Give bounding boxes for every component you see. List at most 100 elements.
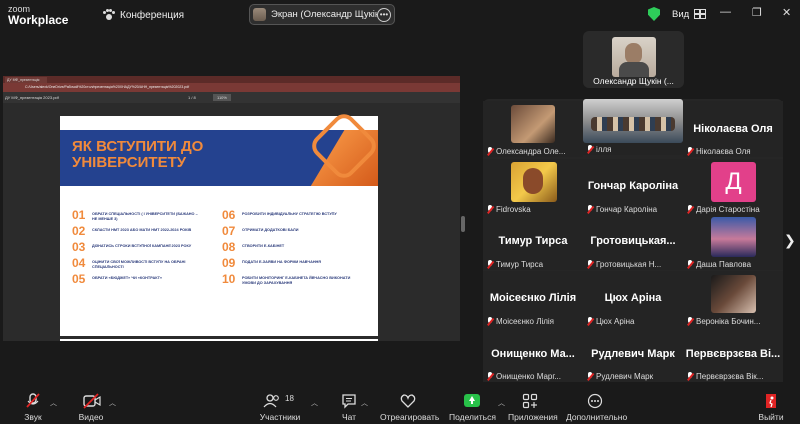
mic-muted-icon [486, 147, 494, 156]
react-label: Отреагировать [380, 412, 440, 422]
browser-tab-strip: ДУ МФ_презентація 2023 [3, 76, 460, 88]
participants-options-chevron-icon[interactable]: ︿ [311, 398, 318, 408]
grid-view-icon [693, 9, 706, 20]
react-button[interactable]: Отреагировать [380, 389, 440, 424]
audio-options-chevron-icon[interactable]: ︿ [50, 398, 57, 408]
participant-caption: Цюх Аріна [586, 317, 683, 326]
share-options-chevron-icon[interactable]: ︿ [498, 398, 505, 408]
participant-tile[interactable]: Онищенко Ма... Онищенко Марг... [483, 326, 583, 382]
participant-tile[interactable]: Моісеєнко Лілія Моісеєнко Лілія [483, 271, 583, 327]
minimize-icon[interactable]: — [720, 6, 731, 18]
mic-muted-icon [686, 317, 694, 326]
step-number: 07 [222, 224, 236, 238]
share-screen-button[interactable]: Поделиться [449, 389, 496, 424]
participant-video [511, 162, 557, 202]
self-shoulders [619, 62, 649, 77]
participant-name: Дарія Старостіна [696, 205, 760, 214]
participant-tile[interactable]: Олександра Оле... [483, 101, 583, 157]
audio-button[interactable]: Звук [18, 389, 48, 424]
participant-grid: Олександра Оле... ілля Ніколаєва Оля Нік… [483, 99, 783, 382]
chat-button[interactable]: Чат [338, 389, 360, 424]
video-button[interactable]: Видео [76, 389, 106, 424]
step-number: 03 [72, 240, 86, 254]
step-item: 08 СТВОРИТИ Е-КАБІНЕТ [222, 241, 352, 253]
presenter-avatar [253, 8, 266, 21]
participant-caption: Даша Павлова [686, 260, 783, 269]
presentation-slide: ЯК ВСТУПИТИ ДО УНІВЕРСИТЕТУ 01 ОБРАТИ СП… [60, 109, 381, 336]
participant-tile[interactable]: Fidrovska [483, 159, 583, 215]
participant-name: Fidrovska [496, 205, 531, 214]
next-page-chevron-icon[interactable]: ❯ [784, 232, 796, 249]
more-button[interactable]: Дополнительно [566, 389, 627, 424]
chat-options-chevron-icon[interactable]: ︿ [361, 398, 368, 408]
close-icon[interactable]: ✕ [782, 6, 791, 19]
meeting-title: Конференция [120, 9, 185, 21]
browser-url[interactable]: C:/Users/alexk/OneDrive/Рабочий%20стол/п… [25, 85, 189, 89]
step-text: РОЗРОБИТИ ІНДИВІДУАЛЬНУ СТРАТЕГІЮ ВСТУПУ [242, 212, 337, 216]
share-screen-icon [464, 393, 480, 408]
participant-tile[interactable]: Вероніка Бочин... [683, 271, 783, 327]
participant-caption: Олександра Оле... [486, 147, 583, 156]
step-item: 01 ОБРАТИ СПЕЦІАЛЬНОСТІ ( І УНІВЕРСИТЕТИ… [72, 209, 202, 221]
view-button[interactable]: Вид [672, 9, 706, 20]
step-text: ПОДАТИ Е-ЗАЯВИ НА ФОРМИ НАВЧАННЯ [242, 260, 322, 264]
step-text: ОЦІНИТИ СВОЇ МОЖЛИВОСТІ ВСТУПУ НА ОБРАНІ… [92, 260, 186, 269]
pdf-page-indicator: 1 / 8 [188, 95, 196, 100]
mic-muted-icon [486, 205, 494, 214]
participant-name: Тимур Тирса [496, 260, 544, 269]
participant-display-name: Гончар Кароліна [587, 180, 679, 192]
pdf-zoom: 110% [213, 94, 231, 101]
participant-tile[interactable]: Гротовицькая... Гротовицькая Н... [583, 214, 683, 270]
pdf-filename: ДУ МФ_презентація 2023.pdf [5, 95, 59, 100]
step-text: РОБИТИ МОНІТОРИНГ Е-КАБІНЕТА ЙВЧАСНО ВИК… [242, 276, 351, 285]
step-number: 08 [222, 240, 236, 254]
participant-tile[interactable]: Гончар Кароліна Гончар Кароліна [583, 159, 683, 215]
split-handle[interactable] [461, 216, 465, 232]
self-video-tile[interactable]: Олександр Щукін (... [583, 31, 684, 88]
leave-button[interactable]: Выйти [758, 389, 784, 424]
participant-name: Олександра Оле... [496, 147, 566, 156]
step-item: 06 РОЗРОБИТИ ІНДИВІДУАЛЬНУ СТРАТЕГІЮ ВСТ… [222, 209, 352, 221]
participant-tile[interactable]: ілля [583, 99, 683, 155]
participants-count: 18 [285, 394, 294, 403]
participant-tile[interactable]: Цюх Аріна Цюх Аріна [583, 271, 683, 327]
participant-tile[interactable]: Рудлевич Марк Рудлевич Марк [583, 326, 683, 382]
participant-caption: Гончар Кароліна [586, 205, 683, 214]
video-options-chevron-icon[interactable]: ︿ [109, 398, 116, 408]
participant-video [511, 105, 555, 143]
participant-initial-avatar: Д [711, 162, 756, 202]
top-bar: zoom Workplace Конференция Экран (Олекса… [0, 0, 800, 30]
participant-display-name: Цюх Аріна [604, 292, 662, 304]
apps-button[interactable]: Приложения [508, 389, 558, 424]
step-item: 07 ОТРИМАТИ ДОДАТКОВІ БАЛИ [222, 225, 352, 237]
step-item: 02 СКЛАСТИ НМТ 2023 АБО МАТИ НМТ 2022-20… [72, 225, 202, 237]
participant-tile[interactable]: Ніколаєва Оля Ніколаєва Оля [683, 101, 783, 157]
participant-caption: Ніколаєва Оля [686, 147, 783, 156]
more-options-icon[interactable]: ••• [377, 8, 391, 22]
meeting-info[interactable]: Конференция [103, 9, 184, 21]
browser-address-bar: C:/Users/alexk/OneDrive/Рабочий%20стол/п… [3, 83, 460, 92]
participants-button[interactable]: 18 Участники [258, 389, 302, 424]
heart-icon [400, 393, 416, 408]
participant-caption: Вероніка Бочин... [686, 317, 783, 326]
self-face [625, 43, 642, 64]
restore-icon[interactable]: ❐ [752, 6, 762, 19]
security-shield-icon[interactable] [648, 7, 660, 21]
participant-display-name: Гротовицькая... [590, 235, 676, 247]
share-screen-indicator[interactable]: Экран (Олександр Щукін (ХНАД ••• [249, 4, 395, 25]
apps-label: Приложения [508, 412, 558, 422]
step-text: ОБРАТИ СПЕЦІАЛЬНОСТІ ( І УНІВЕРСИТЕТИ (Б… [92, 212, 198, 221]
mic-muted-icon [486, 372, 494, 381]
step-item: 09 ПОДАТИ Е-ЗАЯВИ НА ФОРМИ НАВЧАННЯ [222, 257, 352, 269]
participant-tile[interactable]: Первєврзєва Ві... Первєврзєва Вік... [683, 326, 783, 382]
zoom-logo: zoom Workplace [8, 4, 68, 26]
mic-muted-icon [686, 147, 694, 156]
step-text: ОБРАТИ «БЮДЖЕТ» ЧИ «КОНТРАКТ» [92, 276, 163, 280]
participant-display-name: Рудлевич Марк [591, 348, 675, 360]
participant-caption: Онищенко Марг... [486, 372, 583, 381]
mic-muted-icon [686, 372, 694, 381]
participant-tile[interactable]: Тимур Тирса Тимур Тирса [483, 214, 583, 270]
shared-screen: ДУ МФ_презентація 2023 C:/Users/alexk/On… [3, 76, 460, 341]
participant-tile[interactable]: Д Дарія Старостіна [683, 159, 783, 215]
participant-tile[interactable]: Даша Павлова [683, 214, 783, 270]
